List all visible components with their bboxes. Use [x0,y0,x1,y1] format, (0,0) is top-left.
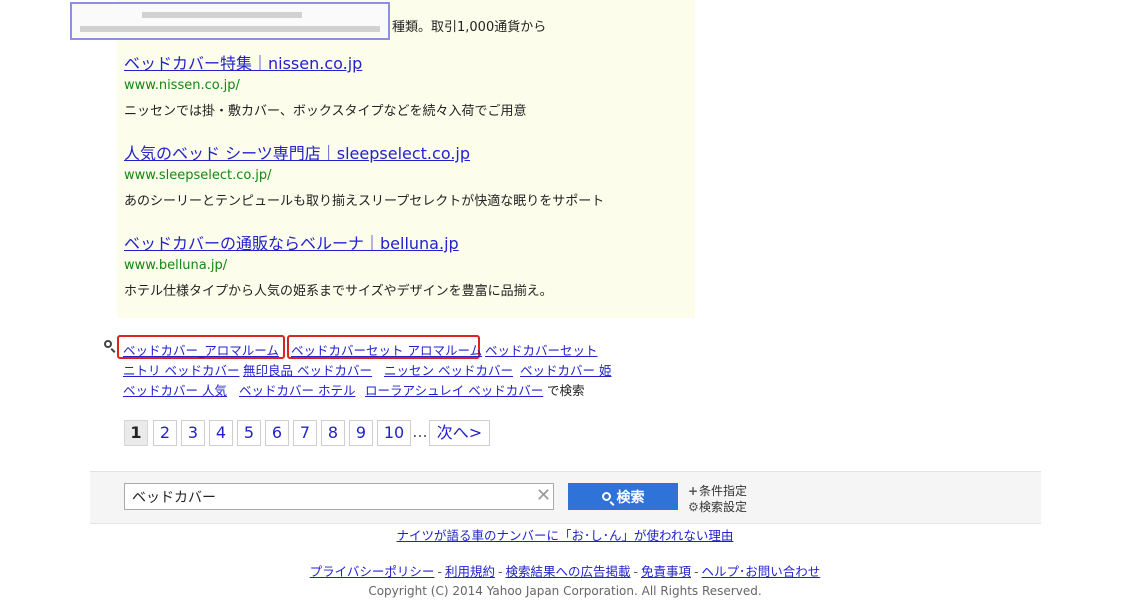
conditions-link[interactable]: +条件指定 [688,482,747,499]
search-button[interactable]: 検索 [568,483,678,510]
sponsored-ads: ベッドカバー特集｜nissen.co.jp www.nissen.co.jp/ … [117,0,695,318]
plus-icon: + [688,484,699,498]
page-link[interactable]: 5 [237,420,261,446]
footer-links: プライバシーポリシー - 利用規約 - 検索結果への広告掲載 - 免責事項 - ヘルプ･お問い合… [0,561,1130,580]
ad-url: www.belluna.jp/ [124,258,228,273]
page-link[interactable]: 8 [321,420,345,446]
related-link[interactable]: ニトリ ベッドカバー [123,360,239,379]
footer-separator: - [694,564,699,579]
first-ad-description-tail: 種類。取引1,000通貨から [392,20,547,35]
related-link[interactable]: ベッドカバーセット [485,340,598,359]
related-link[interactable]: ベッドカバー 人気 [123,380,227,399]
search-button-label: 検索 [616,489,645,506]
ad-sleepselect: 人気のベッド シーツ専門店｜sleepselect.co.jp www.slee… [124,144,604,210]
footer-ads-link[interactable]: 検索結果への広告掲載 [505,564,630,579]
page-link[interactable]: 4 [209,420,233,446]
related-link[interactable]: 無印良品 ベッドカバー [243,360,372,379]
footer-separator: - [497,564,503,579]
related-link[interactable]: ベッドカバーセット アロマルーム [291,340,482,359]
page-1-current: 1 [124,420,148,446]
promo-link-container: ナイツが語る車のナンバーに「お･し･ん」が使われない理由 [0,525,1130,544]
related-searches: ベッドカバー_アロマルーム ベッドカバーセット アロマルーム ベッドカバーセット… [104,335,664,399]
promo-link[interactable]: ナイツが語る車のナンバーに「お･し･ん」が使われない理由 [397,528,734,543]
search-icon [601,492,611,501]
footer-terms-link[interactable]: 利用規約 [445,564,495,579]
footer-privacy-link[interactable]: プライバシーポリシー [310,564,435,579]
settings-label: 検索設定 [699,500,748,514]
ad-url: www.nissen.co.jp/ [124,78,240,93]
ad-title[interactable]: ベッドカバー特集｜nissen.co.jp [124,54,526,74]
ad-description: ホテル仕様タイプから人気の姫系までサイズやデザインを豊富に品揃え。 [124,284,553,299]
related-link[interactable]: ベッドカバー ホテル [239,380,355,399]
ad-url: www.sleepselect.co.jp/ [124,168,272,183]
page-ellipsis: ... [412,422,428,441]
search-icon [104,340,112,348]
related-link[interactable]: ベッドカバー_アロマルーム [123,340,279,359]
conditions-label: 条件指定 [699,484,748,498]
related-link[interactable]: ベッドカバー 姫 [520,360,611,379]
page-link[interactable]: 6 [265,420,289,446]
page-link[interactable]: 3 [181,420,205,446]
search-settings-link[interactable]: ⚙検索設定 [688,498,747,515]
search-input[interactable] [124,483,554,510]
footer-separator: - [437,564,442,579]
related-link[interactable]: ニッセン ベッドカバー [384,360,513,379]
ad-nissen: ベッドカバー特集｜nissen.co.jp www.nissen.co.jp/ … [124,54,526,120]
next-page-button[interactable]: 次へ> [429,420,490,446]
page-link[interactable]: 10 [377,420,411,446]
page-link[interactable]: 2 [153,420,177,446]
ad-title[interactable]: ベッドカバーの通販ならベルーナ｜belluna.jp [124,234,553,254]
ad-title[interactable]: 人気のベッド シーツ専門店｜sleepselect.co.jp [124,144,604,164]
page-link[interactable]: 7 [293,420,317,446]
bottom-search-bar: ✕ 検索 +条件指定 ⚙検索設定 [90,471,1041,524]
clear-icon[interactable]: ✕ [536,486,551,506]
related-link[interactable]: ローラアシュレイ ベッドカバー [365,380,543,399]
blurred-redaction [70,2,390,40]
footer-disclaimer-link[interactable]: 免責事項 [641,564,691,579]
ad-description: あのシーリーとテンピュールも取り揃えスリープセレクトが快適な眠りをサポート [124,194,605,209]
ad-description: ニッセンでは掛・敷カバー、ボックスタイプなどを続々入荷でご用意 [124,104,527,119]
gear-icon: ⚙ [688,500,699,514]
footer-help-link[interactable]: ヘルプ･お問い合わせ [702,564,821,579]
page-link[interactable]: 9 [349,420,373,446]
footer-separator: - [633,564,639,579]
copyright: Copyright (C) 2014 Yahoo Japan Corporati… [368,584,762,598]
related-suffix: で検索 [547,383,585,398]
ad-belluna: ベッドカバーの通販ならベルーナ｜belluna.jp www.belluna.j… [124,234,553,300]
